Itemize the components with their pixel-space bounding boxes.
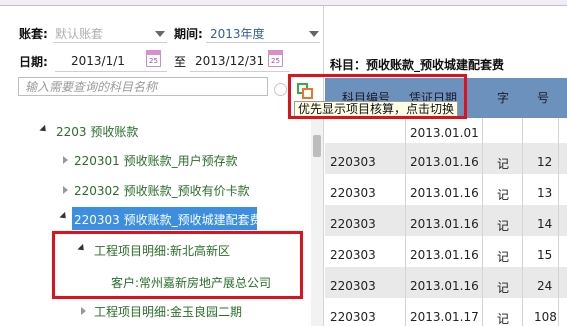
scrollbar-thumb[interactable] [313, 135, 321, 157]
account-underline [53, 42, 167, 43]
header-number[interactable]: 号 [537, 89, 549, 106]
cell-code: 220303 [330, 310, 376, 324]
calendar-day: 25 [149, 57, 158, 65]
calendar-icon[interactable]: 25 [146, 50, 161, 67]
period-select[interactable]: 2013年度 [210, 25, 265, 42]
period-underline [206, 42, 320, 43]
column-divider [405, 118, 406, 326]
cell-number: 14 [537, 217, 553, 231]
cell-date: 2013.01.16 [410, 155, 479, 169]
cell-date: 2013.01.16 [410, 279, 479, 293]
cell-date: 2013.01.16 [410, 186, 479, 200]
search-input[interactable] [19, 78, 267, 95]
cell-date: 2013.01.16 [410, 248, 479, 262]
date-from-underline [55, 71, 167, 72]
cell-type: 记 [497, 312, 510, 326]
date-from-input[interactable]: 2013/1/1 [71, 54, 125, 68]
expand-arrow-icon[interactable] [63, 156, 68, 164]
expand-arrow-icon[interactable] [81, 307, 86, 315]
tree-item-220302[interactable]: 220302 预收账款_预收有价卡款 [74, 182, 250, 199]
subject-title: 科目：预收账款_预收城建配套费 [330, 58, 505, 72]
column-divider [558, 118, 559, 326]
cell-type: 记 [497, 281, 510, 295]
tree-item-220301[interactable]: 220301 预收账款_用户预存款 [74, 152, 238, 169]
cell-code: 220303 [330, 248, 376, 262]
cell-code: 220303 [330, 279, 376, 293]
column-divider [482, 118, 483, 326]
date-to-label: 至 [174, 55, 187, 69]
cell-date: 2013.01.16 [410, 217, 479, 231]
cell-type: 记 [497, 250, 510, 264]
chevron-down-icon[interactable] [155, 31, 165, 37]
calendar-day: 25 [271, 57, 280, 65]
cell-date: 2013.01.17 [410, 310, 479, 324]
column-divider [522, 118, 523, 326]
account-label: 账套: [19, 27, 48, 41]
date-label: 日期: [19, 55, 48, 69]
account-select[interactable]: 默认账套 [55, 25, 103, 42]
cell-date: 2013.01.01 [410, 126, 479, 140]
cell-type: 记 [497, 157, 510, 171]
app-window: 账套: 默认账套 期间: 2013年度 日期: 2013/1/1 25 至 20… [0, 0, 567, 326]
cell-number: 108 [534, 310, 557, 324]
tree-item-220303[interactable]: 220303 预收账款_预收城建配套费 [74, 211, 262, 228]
tree-project-jinyu[interactable]: 工程项目明细:金玉良园二期 [94, 303, 242, 320]
tree-root-2203[interactable]: 2203 预收账款 [56, 123, 138, 140]
cell-code: 220303 [330, 186, 376, 200]
search-icon[interactable] [274, 83, 287, 96]
cell-type: 记 [497, 219, 510, 233]
calendar-icon[interactable]: 25 [268, 50, 283, 67]
header-type[interactable]: 字 [497, 89, 509, 106]
cell-type: 记 [497, 188, 510, 202]
cell-number: 15 [537, 248, 553, 262]
expand-arrow-icon[interactable] [63, 186, 68, 194]
cell-code: 220303 [330, 155, 376, 169]
cell-number: 12 [537, 155, 553, 169]
highlight-box-toggle [288, 74, 467, 119]
period-label: 期间: [174, 27, 203, 41]
cell-code: 220303 [330, 217, 376, 231]
cell-number: 24 [537, 279, 553, 293]
chevron-down-icon[interactable] [309, 31, 319, 37]
highlight-box-tree [52, 231, 303, 299]
search-box [18, 77, 268, 96]
date-to-input[interactable]: 2013/12/31 [195, 54, 264, 68]
date-to-underline [190, 71, 290, 72]
cell-number: 13 [537, 186, 553, 200]
